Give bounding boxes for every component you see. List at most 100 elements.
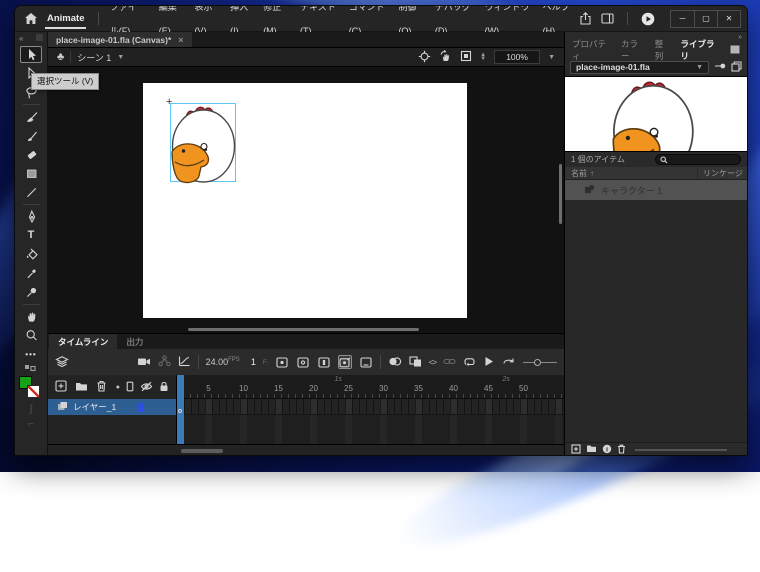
outline-view-icon[interactable] [126, 381, 134, 394]
scrollbar-thumb[interactable] [181, 449, 223, 453]
color-swatches [18, 376, 44, 402]
selected-object-bounds[interactable]: + [170, 103, 236, 182]
item-properties-icon[interactable]: i [602, 444, 612, 456]
frame-ruler[interactable]: 51015202530354045501s2s [177, 375, 564, 399]
zoom-level-field[interactable]: 100% [494, 50, 540, 64]
play-icon[interactable] [484, 356, 494, 369]
zoom-dropdown-icon[interactable]: ▼ [548, 54, 555, 61]
new-folder-icon[interactable] [586, 444, 597, 455]
reset-timeline-zoom-icon[interactable] [502, 356, 515, 368]
tab-タイムライン[interactable]: タイムライン [49, 334, 117, 349]
stage[interactable]: + [143, 83, 467, 318]
app-name[interactable]: Animate [45, 8, 86, 29]
classic-brush-tool[interactable] [20, 127, 42, 144]
swap-colors-icon[interactable] [24, 364, 38, 374]
delete-layer-icon[interactable] [96, 380, 107, 394]
scene-name[interactable]: シーン 1 [77, 51, 111, 64]
zoom-stepper[interactable]: ▲▼ [480, 53, 486, 62]
camera-icon[interactable] [137, 356, 151, 369]
insert-keyframe-button[interactable] [275, 355, 289, 369]
pasteboard[interactable]: + [48, 67, 564, 333]
layer-parenting-icon[interactable] [158, 355, 171, 369]
hide-layers-icon[interactable] [140, 381, 153, 394]
frames-area[interactable]: 51015202530354045501s2s [177, 375, 564, 444]
library-document-select[interactable]: place-image-01.fla ▼ [570, 61, 709, 74]
minimize-button[interactable]: ─ [671, 11, 694, 27]
paint-bucket-tool[interactable] [20, 246, 42, 263]
layer-row-layer1[interactable]: レイヤー_1 [48, 399, 176, 415]
rotate-canvas-icon[interactable] [439, 50, 452, 65]
canvas-vertical-scrollbar[interactable] [559, 164, 562, 224]
eraser-tool[interactable] [20, 146, 42, 163]
linkage-column-header[interactable]: リンケージ [697, 168, 747, 179]
auto-keyframe-button[interactable] [338, 355, 352, 369]
fluid-brush-tool[interactable] [20, 108, 42, 125]
asset-warp-tool[interactable] [20, 284, 42, 301]
share-icon[interactable] [579, 12, 592, 25]
collapse-dock-icon[interactable]: « [19, 34, 23, 43]
current-frame-field[interactable]: 1 [251, 357, 256, 367]
pin-library-icon[interactable] [714, 62, 726, 72]
workspace-icon[interactable] [601, 13, 614, 24]
center-stage-icon[interactable] [418, 50, 431, 65]
close-tab-icon[interactable]: × [178, 35, 183, 45]
selection-tool[interactable] [20, 46, 42, 63]
line-tool[interactable] [20, 184, 42, 201]
fps-field[interactable]: 24.00FPS [206, 357, 240, 367]
insert-frame-button[interactable] [317, 355, 331, 369]
zoom-tool[interactable] [20, 327, 42, 344]
edit-symbols-icon[interactable]: ♣ [57, 51, 64, 63]
transform-point-icon: + [166, 96, 172, 108]
new-folder-icon[interactable] [75, 381, 88, 393]
document-tab[interactable]: place-image-01.fla (Canvas)* × [48, 32, 192, 47]
timeline-zoom-slider[interactable] [523, 362, 557, 363]
delete-item-icon[interactable] [617, 444, 626, 456]
more-tools[interactable]: ••• [20, 346, 42, 363]
layer-depth-icon[interactable] [178, 355, 191, 369]
onion-range-icon[interactable]: <> [429, 358, 436, 367]
new-library-panel-icon[interactable] [731, 61, 742, 74]
onion-skin-icon[interactable] [388, 356, 402, 369]
lock-layers-icon[interactable] [159, 381, 169, 394]
stroke-color-swatch[interactable] [27, 385, 40, 398]
layer1-frames-row[interactable] [177, 399, 564, 415]
layers-stack-icon[interactable] [55, 355, 69, 370]
layer-column: ● [48, 375, 177, 444]
text-tool[interactable]: T [20, 227, 42, 244]
library-search-input[interactable] [655, 154, 741, 165]
test-movie-play-icon[interactable] [641, 12, 655, 26]
preview-chicken-artwork [612, 78, 696, 152]
remove-frame-button[interactable] [359, 355, 373, 369]
new-layer-icon[interactable] [55, 380, 67, 394]
rectangle-tool[interactable] [20, 165, 42, 182]
highlight-layer-icon[interactable]: ● [116, 384, 120, 391]
library-item-list[interactable]: キャラクター 1 [565, 180, 747, 442]
eyedropper-tool[interactable] [20, 265, 42, 282]
collapse-panel-icon[interactable]: » [738, 34, 742, 41]
pen-tool[interactable] [20, 208, 42, 225]
name-column-header[interactable]: 名前↑ [565, 168, 697, 179]
insert-blank-keyframe-button[interactable] [296, 355, 310, 369]
new-symbol-icon[interactable] [571, 444, 581, 456]
link-icon[interactable] [443, 356, 456, 369]
layer-name[interactable]: レイヤー_1 [73, 401, 116, 413]
document-tab-title: place-image-01.fla (Canvas)* [56, 35, 171, 45]
loop-icon[interactable] [463, 356, 476, 369]
panel-menu-icon[interactable] [730, 45, 740, 56]
canvas-horizontal-scrollbar[interactable] [188, 328, 419, 331]
chevron-down-icon[interactable]: ▼ [117, 54, 124, 61]
hand-tool[interactable] [20, 308, 42, 325]
library-item-row[interactable]: キャラクター 1 [565, 180, 747, 200]
edit-multiple-frames-icon[interactable] [409, 356, 422, 369]
clip-content-icon[interactable] [460, 50, 472, 64]
maximize-button[interactable]: ▢ [694, 11, 717, 27]
chicken-artwork[interactable] [171, 104, 237, 184]
close-button[interactable]: ✕ [717, 11, 740, 27]
tab-出力[interactable]: 出力 [117, 334, 152, 349]
home-icon[interactable] [25, 13, 37, 24]
animate-window: Animate ファイル(F)編集(E)表示(V)挿入(I)修正(M)テキスト(… [14, 5, 748, 456]
timeline-horizontal-scrollbar[interactable] [48, 444, 564, 456]
playhead[interactable] [177, 375, 184, 444]
library-scrollbar[interactable] [635, 449, 727, 451]
slider-knob[interactable] [534, 359, 541, 366]
